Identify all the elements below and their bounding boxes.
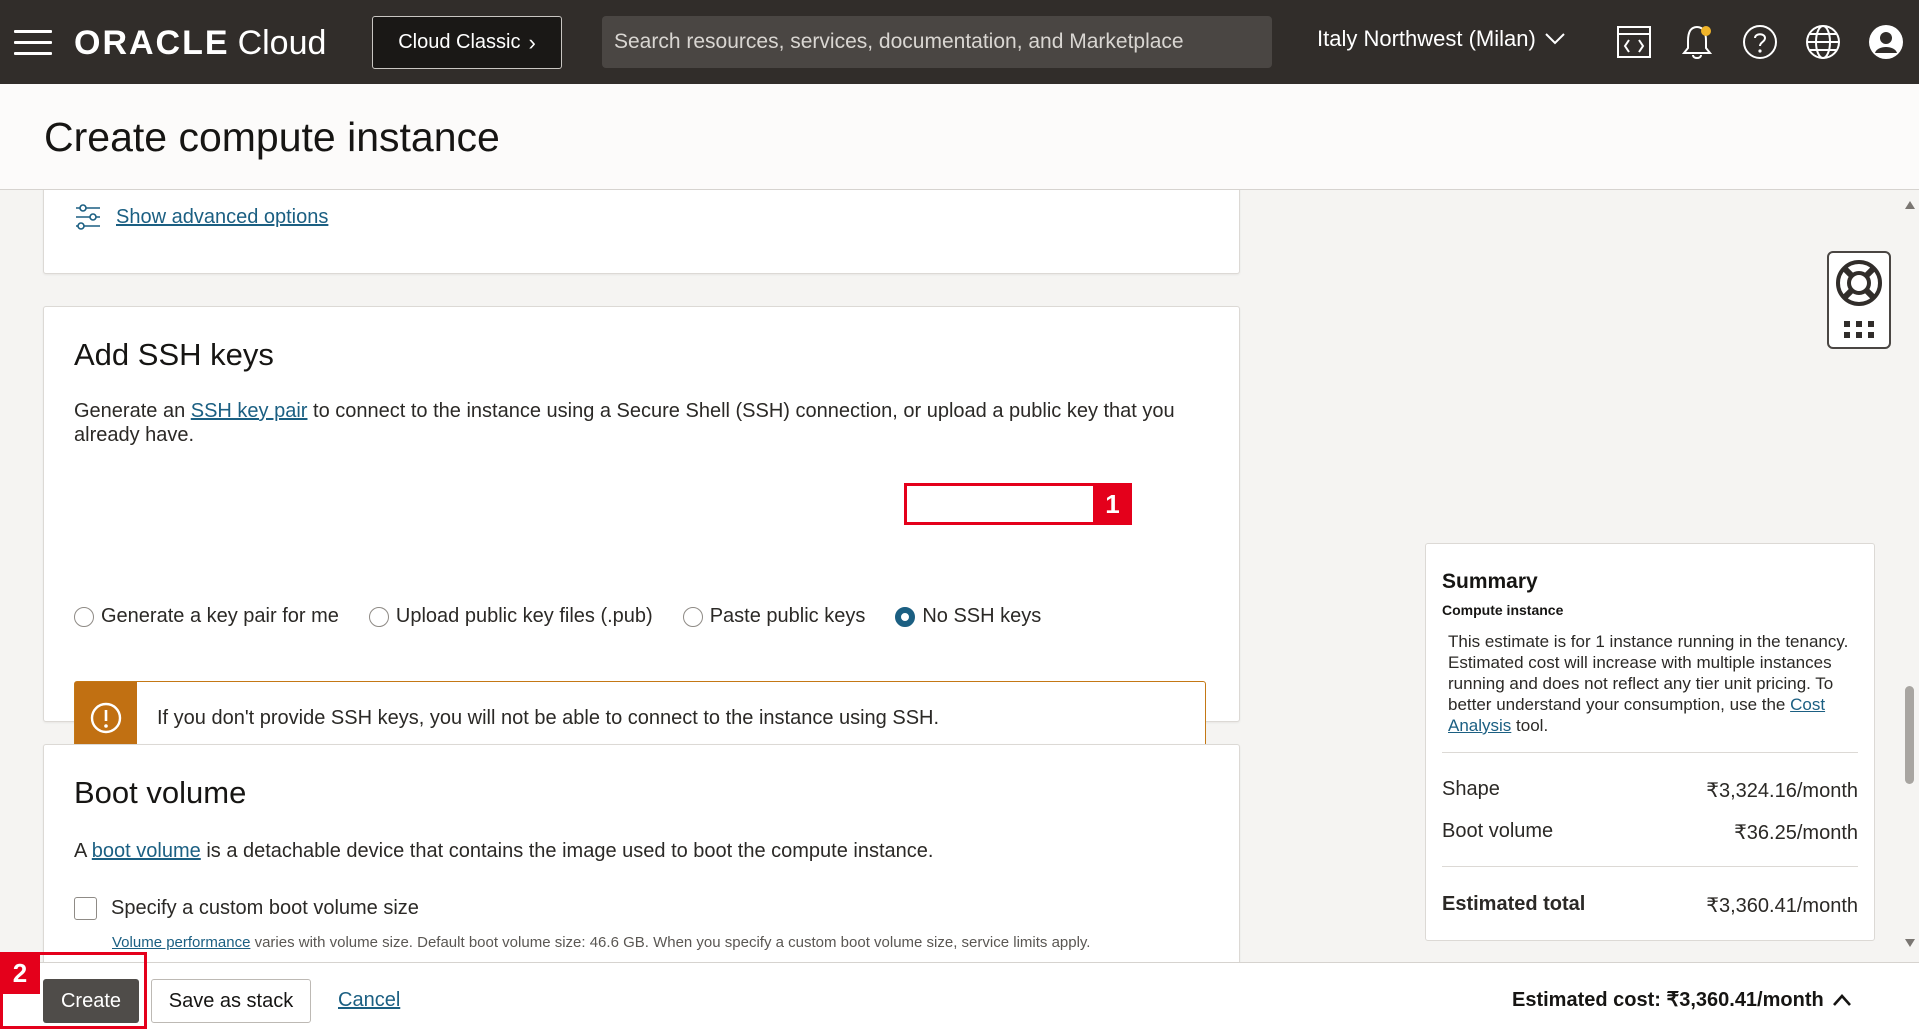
summary-row-value: ₹3,324.16/month bbox=[1706, 780, 1858, 802]
volume-performance-text: varies with volume size. Default boot vo… bbox=[250, 934, 1091, 951]
summary-row-shape: Shape ₹3,324.16/month bbox=[1442, 778, 1858, 803]
boot-desc-prefix: A bbox=[74, 840, 92, 862]
help-icon[interactable] bbox=[1740, 22, 1780, 62]
developer-tools-icon[interactable] bbox=[1614, 22, 1654, 62]
cloud-classic-label: Cloud Classic bbox=[398, 31, 521, 53]
ssh-keys-description: Generate an SSH key pair to connect to t… bbox=[74, 399, 1204, 447]
radio-no-ssh-keys[interactable]: No SSH keys bbox=[895, 605, 1041, 628]
radio-label: No SSH keys bbox=[922, 605, 1042, 627]
radio-paste-public-keys[interactable]: Paste public keys bbox=[682, 605, 866, 628]
summary-subtitle: Compute instance bbox=[1442, 602, 1564, 618]
chevron-right-icon: › bbox=[528, 29, 536, 55]
page-header: Create compute instance bbox=[0, 84, 1919, 190]
summary-row-boot-volume: Boot volume ₹36.25/month bbox=[1442, 820, 1858, 845]
scroll-up-arrow-icon[interactable] bbox=[1904, 200, 1916, 210]
ssh-key-pair-link[interactable]: SSH key pair bbox=[191, 400, 308, 422]
summary-row-label: Boot volume bbox=[1442, 820, 1554, 842]
boot-volume-link[interactable]: boot volume bbox=[92, 840, 201, 862]
ssh-desc-prefix: Generate an bbox=[74, 400, 191, 422]
scrollbar-thumb[interactable] bbox=[1905, 686, 1914, 784]
custom-boot-volume-size-option[interactable]: Specify a custom boot volume size bbox=[74, 897, 419, 920]
language-globe-icon[interactable] bbox=[1803, 22, 1843, 62]
summary-divider bbox=[1442, 752, 1858, 753]
save-as-stack-button[interactable]: Save as stack bbox=[151, 979, 311, 1023]
radio-label: Generate a key pair for me bbox=[101, 605, 339, 627]
cost-summary-panel: Summary Compute instance This estimate i… bbox=[1425, 543, 1875, 941]
boot-volume-title: Boot volume bbox=[74, 775, 247, 810]
help-widget[interactable] bbox=[1827, 251, 1891, 349]
radio-upload-public-key[interactable]: Upload public key files (.pub) bbox=[368, 605, 653, 628]
page-title: Create compute instance bbox=[44, 114, 500, 160]
radio-generate-key-pair[interactable]: Generate a key pair for me bbox=[74, 605, 339, 628]
region-selector[interactable]: Italy Northwest (Milan) bbox=[1317, 26, 1566, 52]
vertical-scrollbar[interactable] bbox=[1900, 190, 1919, 962]
ssh-key-options: Generate a key pair for me Upload public… bbox=[74, 605, 1041, 628]
summary-row-value: ₹36.25/month bbox=[1734, 822, 1858, 844]
volume-performance-note: Volume performance varies with volume si… bbox=[112, 934, 1090, 951]
ssh-keys-title: Add SSH keys bbox=[74, 337, 274, 372]
annotation-step-2-badge: 2 bbox=[0, 952, 40, 994]
chevron-down-icon bbox=[1545, 33, 1565, 45]
radio-label: Paste public keys bbox=[709, 605, 866, 627]
lifebuoy-icon bbox=[1836, 260, 1882, 306]
show-advanced-options[interactable]: Show advanced options bbox=[74, 203, 328, 231]
hamburger-menu-icon[interactable] bbox=[14, 30, 52, 56]
summary-total-label: Estimated total bbox=[1442, 893, 1586, 915]
radio-label: Upload public key files (.pub) bbox=[395, 605, 653, 627]
search-input[interactable] bbox=[602, 16, 1272, 68]
annotation-step-1-badge: 1 bbox=[1093, 483, 1132, 525]
custom-boot-volume-label: Specify a custom boot volume size bbox=[111, 897, 419, 919]
show-advanced-options-link[interactable]: Show advanced options bbox=[116, 206, 328, 229]
create-button[interactable]: Create bbox=[43, 979, 139, 1023]
summary-note-suffix: tool. bbox=[1511, 716, 1549, 735]
volume-performance-link[interactable]: Volume performance bbox=[112, 934, 250, 951]
boot-volume-card: Boot volume A boot volume is a detachabl… bbox=[43, 744, 1240, 962]
apps-grid-icon bbox=[1844, 321, 1874, 338]
custom-boot-volume-checkbox[interactable] bbox=[74, 897, 97, 920]
sliders-icon bbox=[76, 204, 100, 230]
estimated-cost-label: Estimated cost: ₹3,360.41/month bbox=[1512, 989, 1824, 1011]
logo-product: Cloud bbox=[237, 24, 327, 62]
user-profile-icon[interactable] bbox=[1866, 22, 1906, 62]
estimated-cost-toggle[interactable]: Estimated cost: ₹3,360.41/month bbox=[1512, 987, 1852, 1012]
radio-button-icon bbox=[74, 606, 94, 627]
top-navigation-bar: ORACLECloud Cloud Classic › Italy Northw… bbox=[0, 0, 1919, 84]
cloud-classic-button[interactable]: Cloud Classic › bbox=[372, 16, 562, 69]
radio-button-checked-icon bbox=[895, 606, 916, 627]
warning-message: If you don't provide SSH keys, you will … bbox=[157, 706, 940, 729]
summary-divider bbox=[1442, 866, 1858, 867]
logo-brand: ORACLE bbox=[74, 24, 230, 62]
chevron-up-icon bbox=[1832, 993, 1851, 1006]
summary-note-prefix: This estimate is for 1 instance running … bbox=[1448, 632, 1849, 714]
footer-action-bar: Create Save as stack Cancel Estimated co… bbox=[0, 962, 1919, 1029]
summary-row-total: Estimated total ₹3,360.41/month bbox=[1442, 893, 1858, 918]
cancel-link[interactable]: Cancel bbox=[338, 989, 400, 1012]
ssh-keys-card: Add SSH keys Generate an SSH key pair to… bbox=[43, 306, 1240, 755]
summary-total-value: ₹3,360.41/month bbox=[1706, 895, 1858, 917]
summary-title: Summary bbox=[1442, 570, 1538, 593]
scroll-down-arrow-icon[interactable] bbox=[1904, 938, 1916, 948]
notifications-bell-icon[interactable] bbox=[1677, 22, 1717, 62]
summary-row-label: Shape bbox=[1442, 778, 1500, 800]
radio-button-icon bbox=[368, 606, 389, 627]
oracle-cloud-logo[interactable]: ORACLE Cloud bbox=[74, 24, 326, 63]
boot-desc-suffix: is a detachable device that contains the… bbox=[200, 840, 934, 862]
advanced-options-card: Show advanced options bbox=[43, 190, 1240, 274]
radio-button-icon bbox=[682, 606, 703, 627]
region-label: Italy Northwest (Milan) bbox=[1317, 26, 1536, 51]
boot-volume-description: A boot volume is a detachable device tha… bbox=[74, 839, 1204, 863]
summary-note: This estimate is for 1 instance running … bbox=[1448, 631, 1868, 736]
